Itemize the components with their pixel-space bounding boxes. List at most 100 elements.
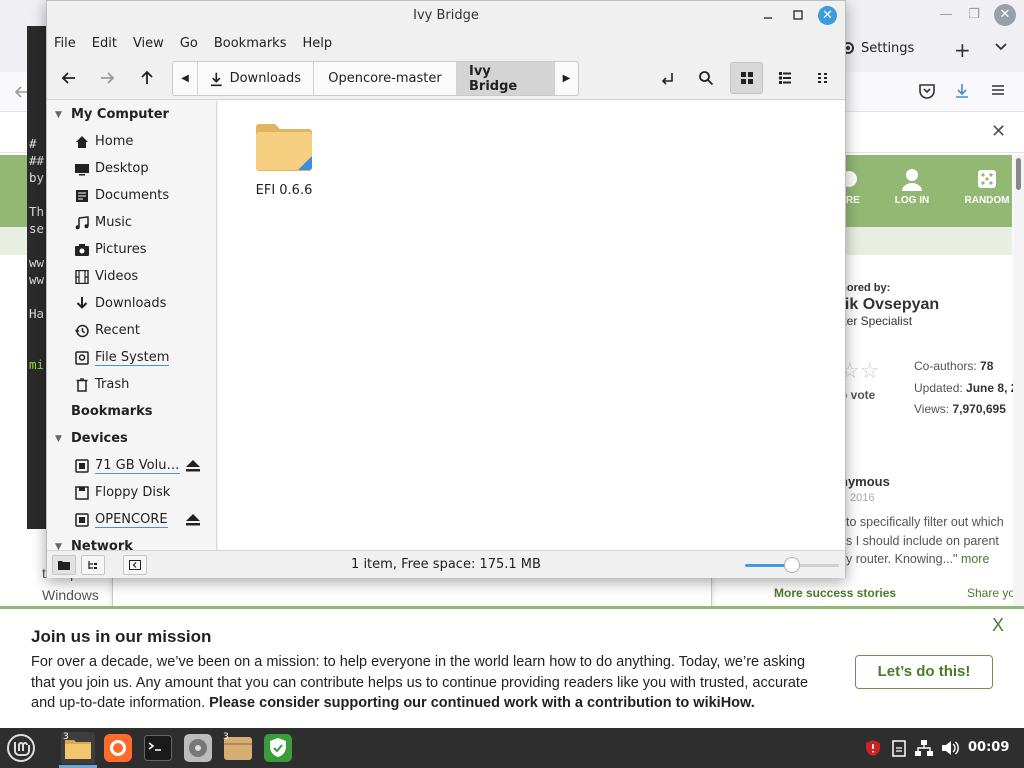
sidebar-item-downloads[interactable]: Downloads (47, 290, 216, 317)
sidebar-item-documents[interactable]: Documents (47, 182, 216, 209)
sidebar-device-floppy[interactable]: Floppy Disk (47, 479, 216, 506)
story-date: 2016 (850, 492, 875, 504)
find-bar-close-button[interactable]: ✕ (991, 121, 1006, 142)
banner-close-button[interactable]: X (992, 615, 1004, 636)
banner-donate-button[interactable]: Let’s do this! (855, 655, 993, 689)
close-button[interactable]: ✕ (818, 6, 837, 25)
zoom-slider[interactable] (745, 557, 839, 573)
eject-icon[interactable] (186, 460, 200, 472)
tab-list-button[interactable] (994, 40, 1008, 54)
header-login-item[interactable]: LOG IN (877, 163, 947, 206)
maximize-button[interactable] (790, 7, 806, 23)
list-view-button[interactable] (771, 65, 799, 91)
story-more-link[interactable]: more (961, 552, 989, 566)
icon-view-button[interactable] (730, 62, 763, 94)
new-tab-button[interactable]: + (954, 38, 971, 62)
sidebar-item-label: 71 GB Volu… (95, 457, 180, 474)
page-scrollbar-thumb[interactable] (1016, 158, 1021, 190)
minimize-button[interactable] (760, 7, 776, 23)
film-icon (75, 269, 95, 284)
sidebar-item-label: Videos (95, 269, 139, 284)
clock[interactable]: 00:09 (968, 740, 1009, 755)
terminal-icon (144, 735, 172, 761)
terminal-line: ## (29, 153, 45, 168)
browser-restore-button[interactable]: ❐ (964, 6, 984, 24)
window-count-badge: 3 (223, 732, 229, 742)
drive-icon (75, 350, 95, 365)
path-scroll-left-button[interactable]: ◀ (173, 62, 197, 95)
sidebar-item-music[interactable]: Music (47, 209, 216, 236)
sidebar-section-devices[interactable]: ▼ Devices (47, 425, 216, 452)
sidebar-item-label: OPENCORE (95, 511, 168, 528)
sidebar-section-bookmarks[interactable]: Bookmarks (47, 398, 216, 425)
menu-go[interactable]: Go (180, 36, 198, 51)
sidebar-section-my-computer[interactable]: ▼ My Computer (47, 101, 216, 128)
sidebar-item-file-system[interactable]: File System (47, 344, 216, 371)
menu-help[interactable]: Help (302, 36, 332, 51)
sidebar-item-desktop[interactable]: Desktop (47, 155, 216, 182)
downloads-button[interactable] (953, 82, 975, 104)
sidebar-section-network[interactable]: ▼ Network (47, 533, 216, 550)
tray-security-icon[interactable] (863, 738, 883, 758)
taskbar-files-app[interactable]: 3 (61, 732, 95, 764)
taskbar-update-manager-app[interactable] (261, 732, 295, 764)
show-treeview-button[interactable] (81, 555, 105, 575)
up-button[interactable] (133, 65, 161, 91)
tray-clipboard-icon[interactable] (889, 738, 909, 758)
show-places-button[interactable] (52, 555, 76, 575)
path-segment-ivy-bridge[interactable]: Ivy Bridge (456, 62, 554, 95)
download-icon (75, 296, 95, 311)
arrow-right-icon (101, 72, 115, 84)
taskbar-firefox-app[interactable] (101, 732, 135, 764)
sidebar-item-pictures[interactable]: Pictures (47, 236, 216, 263)
settings-tab[interactable]: Settings (840, 40, 914, 56)
back-button[interactable] (55, 65, 83, 91)
sidebar-item-videos[interactable]: Videos (47, 263, 216, 290)
menu-edit[interactable]: Edit (92, 36, 117, 51)
sidebar-device-opencore[interactable]: OPENCORE (47, 506, 216, 533)
path-segment-opencore[interactable]: Opencore-master (313, 62, 456, 95)
compact-view-button[interactable] (809, 65, 837, 91)
zoom-slider-knob[interactable] (784, 557, 800, 573)
menu-view[interactable]: View (133, 36, 164, 51)
taskbar-disk-app[interactable] (181, 732, 215, 764)
banner-title: Join us in our mission (31, 627, 212, 646)
path-scroll-right-button[interactable]: ▶ (554, 62, 578, 95)
menu-file[interactable]: File (54, 36, 76, 51)
browser-minimize-button[interactable]: — (936, 6, 956, 24)
eject-icon[interactable] (186, 514, 200, 526)
file-view[interactable]: EFI 0.6.6 (218, 101, 845, 550)
browser-close-button[interactable]: ✕ (994, 4, 1016, 26)
file-item[interactable]: EFI 0.6.6 (248, 119, 320, 198)
more-stories-link[interactable]: More success stories (774, 586, 896, 600)
path-segment-label: Opencore-master (328, 71, 442, 86)
page-scrollbar[interactable] (1013, 155, 1024, 610)
share-story-link[interactable]: Share yo (967, 586, 1015, 600)
pocket-button[interactable] (918, 82, 940, 104)
menubar: File Edit View Go Bookmarks Help (47, 30, 845, 56)
toggle-location-button[interactable] (653, 65, 681, 91)
sidebar-item-recent[interactable]: Recent (47, 317, 216, 344)
sidebar-item-trash[interactable]: Trash (47, 371, 216, 398)
search-button[interactable] (692, 65, 720, 91)
sidebar-device-71gb-volume[interactable]: 71 GB Volu… (47, 452, 216, 479)
app-menu-button[interactable] (990, 82, 1012, 104)
banner-bold-text: Please consider supporting our continued… (209, 695, 755, 711)
path-segment-downloads[interactable]: Downloads (197, 62, 313, 95)
sidebar-toggle-icon (129, 560, 141, 570)
window-title: Ivy Bridge (47, 1, 845, 30)
mint-menu-button[interactable] (4, 732, 38, 764)
taskbar-terminal-app[interactable] (141, 732, 175, 764)
tray-network-icon[interactable] (914, 738, 934, 758)
toggle-sidebar-button[interactable] (123, 555, 147, 575)
menu-bookmarks[interactable]: Bookmarks (214, 36, 287, 51)
sidebar-item-home[interactable]: Home (47, 128, 216, 155)
tray-volume-icon[interactable] (940, 738, 960, 758)
sidebar-item-label: Downloads (95, 296, 167, 311)
forward-button[interactable] (93, 65, 121, 91)
header-random-item[interactable]: RANDOM (952, 163, 1022, 206)
taskbar-archive-app[interactable]: 3 (221, 732, 255, 764)
